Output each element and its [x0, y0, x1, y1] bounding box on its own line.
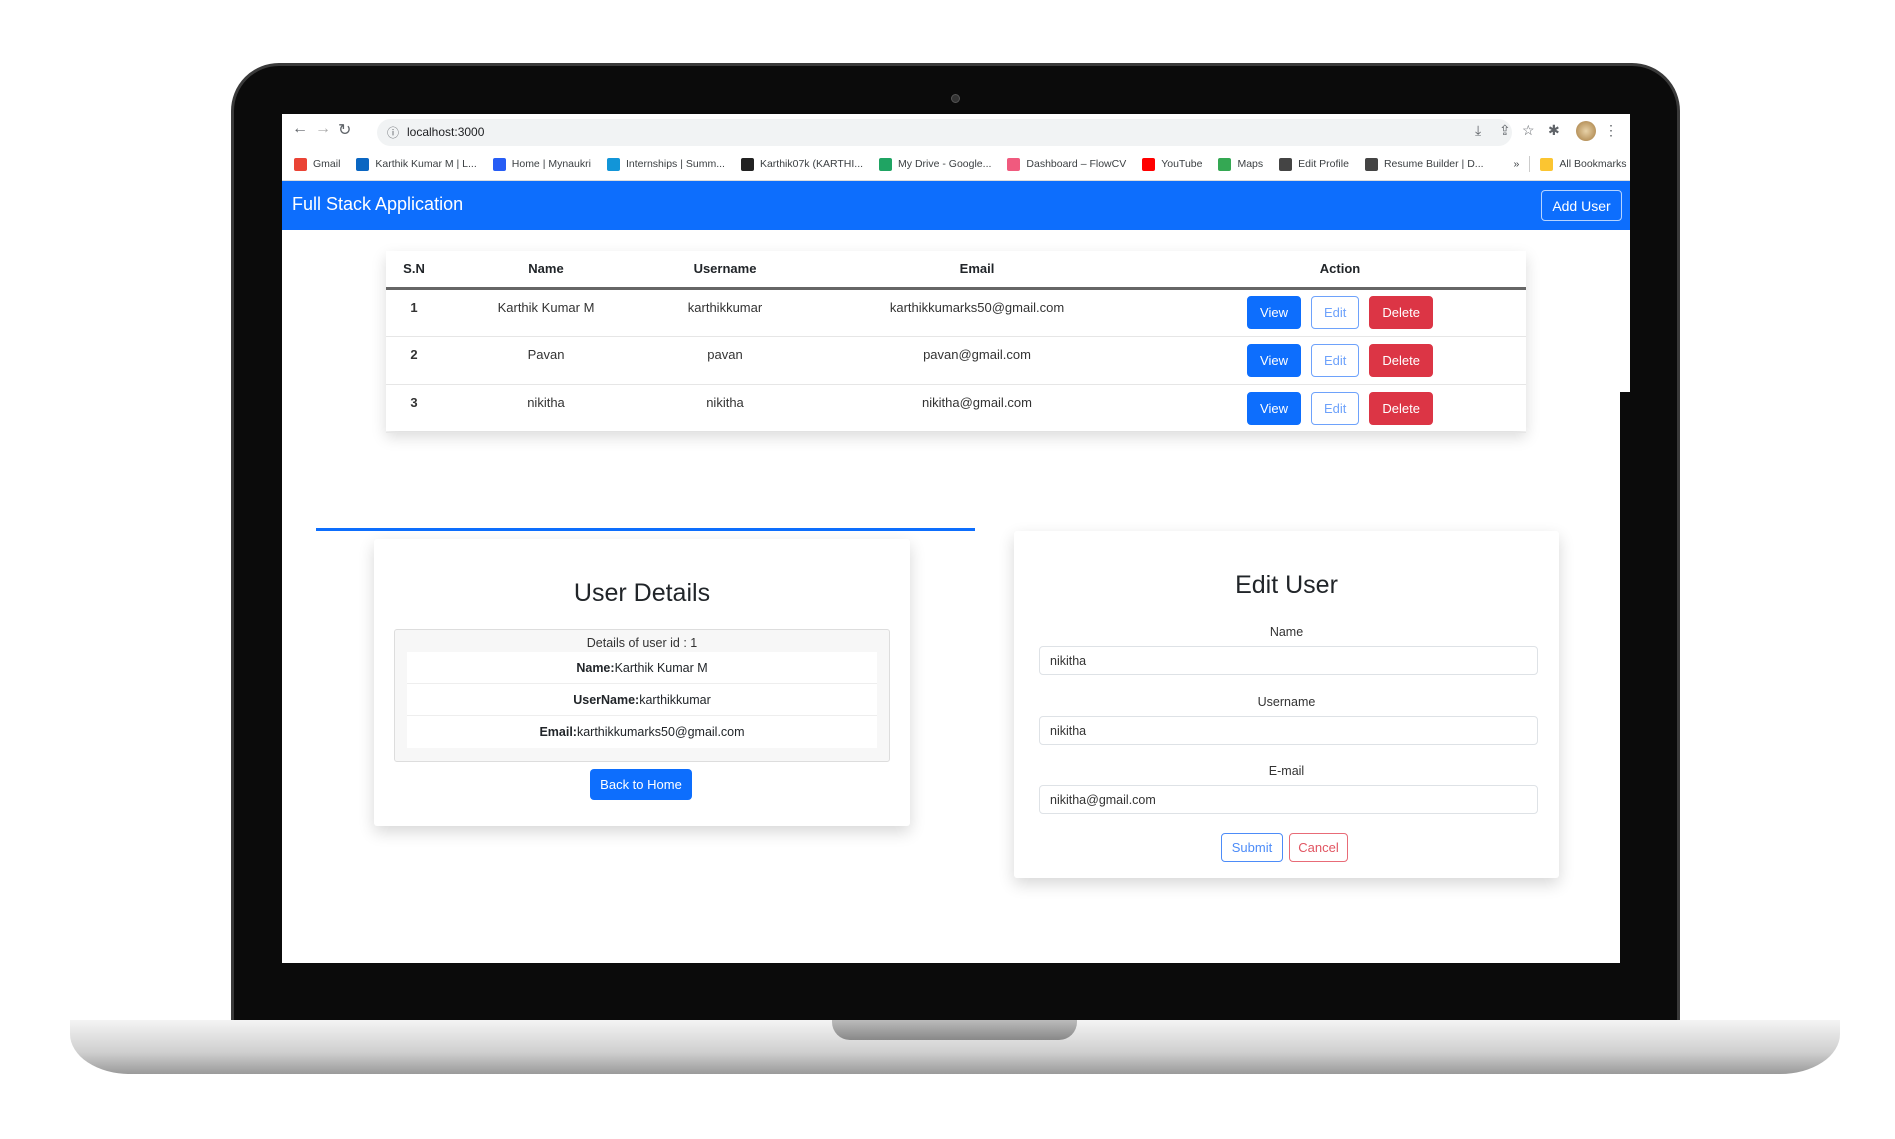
name-label: Name — [1269, 625, 1304, 639]
cell-sn: 3 — [386, 384, 442, 433]
all-bookmarks[interactable]: All Bookmarks — [1540, 157, 1627, 171]
cell-name: Pavan — [442, 336, 650, 385]
header-action: Action — [1154, 251, 1526, 290]
detail-name: Name:Karthik Kumar M — [407, 652, 877, 684]
bookmark-item[interactable]: Resume Builder | D... — [1364, 157, 1484, 171]
globe-icon — [1364, 157, 1378, 171]
bookmark-item[interactable]: Karthik Kumar M | L... — [356, 157, 477, 171]
globe-icon — [1279, 157, 1293, 171]
naukri-icon — [492, 157, 506, 171]
browser-toolbar: ← → ↻ ⓘ localhost:3000 ⤓ ⇪ ☆ ✱ ⋮ — [282, 114, 1630, 148]
username-label: Username — [1257, 695, 1316, 709]
header-username: Username — [650, 251, 800, 290]
bookmark-item[interactable]: Internships | Summ... — [606, 157, 725, 171]
bookmarks-bar: Gmail Karthik Kumar M | L... Home | Mynauk… — [282, 148, 1630, 181]
profile-avatar[interactable] — [1576, 121, 1596, 141]
bookmark-item[interactable]: Karthik07k (KARTHI... — [740, 157, 863, 171]
details-box: Details of user id : 1 Name:Karthik Kuma… — [394, 629, 890, 762]
cell-name: nikitha — [442, 384, 650, 433]
header-name: Name — [442, 251, 650, 290]
detail-email: Email:karthikkumarks50@gmail.com — [407, 716, 877, 748]
github-icon — [740, 157, 754, 171]
webcam — [951, 94, 960, 103]
add-user-button[interactable]: Add User — [1541, 190, 1622, 221]
back-icon[interactable]: ← — [292, 120, 308, 138]
menu-icon[interactable]: ⋮ — [1604, 122, 1618, 139]
header-email: Email — [800, 251, 1154, 290]
share-icon[interactable]: ⇪ — [1499, 122, 1511, 139]
table-row: 3 nikitha nikitha nikitha@gmail.com View… — [386, 384, 1526, 433]
more-bookmarks-button[interactable]: » — [1514, 158, 1520, 170]
youtube-icon — [1142, 157, 1156, 171]
bookmark-item[interactable]: My Drive - Google... — [879, 157, 991, 171]
cell-email: karthikkumarks50@gmail.com — [800, 288, 1154, 337]
install-icon[interactable]: ⤓ — [1475, 122, 1481, 139]
edit-button[interactable]: Edit — [1310, 391, 1360, 425]
bookmark-item[interactable]: YouTube — [1142, 157, 1202, 171]
internshala-icon — [606, 157, 620, 171]
gmail-icon — [294, 157, 307, 171]
view-button[interactable]: View — [1247, 391, 1301, 425]
maps-icon — [1218, 157, 1232, 171]
google-drive-icon — [879, 157, 893, 171]
edit-title: Edit User — [1235, 571, 1338, 599]
user-details-card: User Details Details of user id : 1 Name… — [374, 539, 910, 826]
bookmark-item[interactable]: Dashboard – FlowCV — [1007, 157, 1126, 171]
back-to-home-button[interactable]: Back to Home — [590, 769, 692, 800]
info-icon[interactable]: ⓘ — [387, 124, 399, 141]
delete-button[interactable]: Delete — [1369, 343, 1433, 377]
edit-user-card: Edit User Name Username E-mail Submit Ca… — [1014, 531, 1559, 878]
screen: ← → ↻ ⓘ localhost:3000 ⤓ ⇪ ☆ ✱ ⋮ Gmail Ka… — [282, 114, 1630, 963]
extensions-icon[interactable]: ✱ — [1548, 122, 1560, 139]
address-bar[interactable]: ⓘ localhost:3000 — [377, 119, 1512, 146]
cell-username: nikitha — [650, 384, 800, 433]
cell-username: karthikkumar — [650, 288, 800, 337]
username-input[interactable] — [1039, 716, 1538, 745]
cell-actions: View Edit Delete — [1154, 384, 1526, 433]
brand[interactable]: Full Stack Application — [292, 194, 463, 215]
header-sn: S.N — [386, 251, 442, 290]
cell-email: pavan@gmail.com — [800, 336, 1154, 385]
email-input[interactable] — [1039, 785, 1538, 814]
details-subtitle: Details of user id : 1 — [586, 636, 698, 650]
table-row: 2 Pavan pavan pavan@gmail.com View Edit De… — [386, 336, 1526, 385]
bookmark-item[interactable]: Maps — [1218, 157, 1263, 171]
edit-button[interactable]: Edit — [1310, 343, 1360, 377]
forward-icon[interactable]: → — [315, 120, 331, 138]
submit-button[interactable]: Submit — [1221, 833, 1283, 862]
users-table: S.N Name Username Email Action 1 Karthik… — [386, 251, 1526, 433]
cancel-button[interactable]: Cancel — [1289, 833, 1348, 862]
table-row: 1 Karthik Kumar M karthikkumar karthikku… — [386, 288, 1526, 337]
bookmark-item[interactable]: Edit Profile — [1279, 157, 1349, 171]
navbar: Full Stack Application Add User — [282, 181, 1630, 230]
cell-sn: 1 — [386, 288, 442, 337]
reload-icon[interactable]: ↻ — [338, 120, 351, 140]
delete-button[interactable]: Delete — [1369, 296, 1433, 329]
users-table-card: S.N Name Username Email Action 1 Karthik… — [386, 251, 1526, 433]
bookmark-item[interactable]: Home | Mynaukri — [492, 157, 591, 171]
cell-sn: 2 — [386, 336, 442, 385]
laptop-notch — [832, 1020, 1077, 1040]
url-text: localhost:3000 — [407, 125, 485, 139]
edit-button[interactable]: Edit — [1310, 296, 1360, 329]
divider-line — [316, 528, 975, 531]
flowcv-icon — [1007, 157, 1021, 171]
delete-button[interactable]: Delete — [1369, 391, 1433, 425]
view-button[interactable]: View — [1247, 296, 1301, 329]
linkedin-icon — [356, 157, 370, 171]
folder-icon — [1540, 157, 1554, 171]
screen-edge — [1620, 392, 1630, 963]
email-label: E-mail — [1268, 764, 1305, 778]
cell-name: Karthik Kumar M — [442, 288, 650, 337]
cell-email: nikitha@gmail.com — [800, 384, 1154, 433]
cell-username: pavan — [650, 336, 800, 385]
detail-username: UserName:karthikkumar — [407, 684, 877, 716]
name-input[interactable] — [1039, 646, 1538, 675]
view-button[interactable]: View — [1247, 343, 1301, 377]
cell-actions: View Edit Delete — [1154, 288, 1526, 337]
star-icon[interactable]: ☆ — [1522, 122, 1535, 139]
cell-actions: View Edit Delete — [1154, 336, 1526, 385]
bookmark-item[interactable]: Gmail — [294, 157, 340, 171]
details-title: User Details — [573, 579, 711, 607]
